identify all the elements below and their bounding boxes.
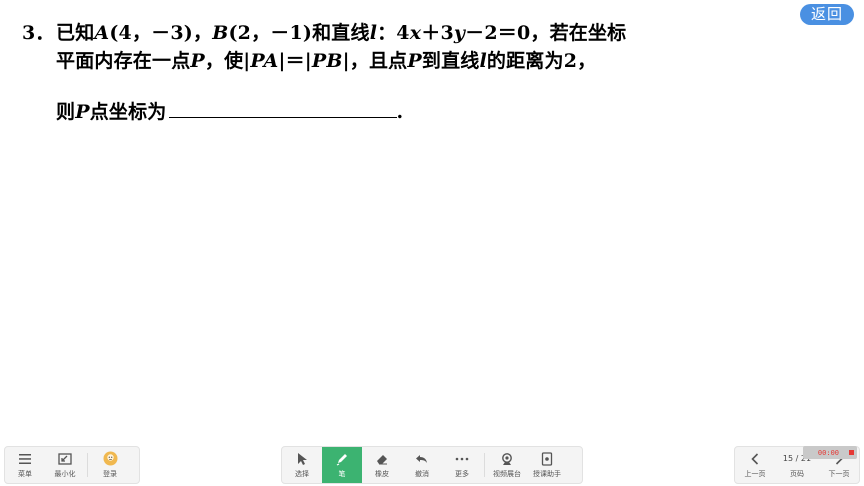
prev-page-label: 上一页 (744, 470, 766, 478)
pen-tool-label: 笔 (338, 470, 346, 478)
login-label: 登录 (103, 470, 117, 478)
pen-icon (335, 451, 349, 466)
camera-icon (500, 451, 514, 466)
minimize-icon (58, 451, 72, 466)
select-tool-button[interactable]: 选择 (282, 447, 322, 483)
more-button[interactable]: 更多 (442, 447, 482, 483)
pen-tool-button[interactable]: 笔 (322, 447, 362, 483)
toolbar-divider (87, 453, 88, 477)
back-button[interactable]: 返回 (800, 4, 854, 25)
more-label: 更多 (455, 470, 469, 478)
cursor-icon (296, 451, 308, 466)
minimize-button[interactable]: 最小化 (45, 447, 85, 483)
toolbar-center: 选择 笔 橡皮 撤消 更多 视频展台 授课助手 (281, 446, 583, 484)
minimize-label: 最小化 (54, 470, 76, 478)
next-page-label: 下一页 (828, 470, 850, 478)
menu-icon (18, 451, 32, 466)
menu-button[interactable]: 菜单 (5, 447, 45, 483)
slide-canvas: 3． 已知A(4，－3)，B(2，－1)和直线l：4x＋3y－2＝0，若在坐标 … (0, 0, 864, 440)
chevron-left-icon (751, 451, 759, 466)
eraser-icon (375, 451, 389, 466)
menu-label: 菜单 (18, 470, 32, 478)
recording-time: 00:00 (817, 448, 839, 457)
answer-blank (168, 99, 397, 118)
avatar-icon (103, 451, 118, 466)
undo-button[interactable]: 撤消 (402, 447, 442, 483)
video-booth-label: 视频展台 (493, 470, 521, 478)
login-button[interactable]: 登录 (90, 447, 130, 483)
assistant-icon (541, 451, 553, 466)
question-line-1: 已知A(4，－3)，B(2，－1)和直线l：4x＋3y－2＝0，若在坐标 (56, 22, 627, 44)
page-number-label: 页码 (790, 470, 804, 478)
video-booth-button[interactable]: 视频展台 (487, 447, 527, 483)
toolbar-left: 菜单 最小化 登录 (4, 446, 140, 484)
toolbar-divider (484, 453, 485, 477)
undo-label: 撤消 (415, 470, 429, 478)
teaching-assistant-button[interactable]: 授课助手 (527, 447, 567, 483)
question-line-2: 平面内存在一点P，使|PA|＝|PB|，且点P到直线l的距离为2， (56, 50, 597, 72)
undo-icon (415, 451, 429, 466)
select-tool-label: 选择 (295, 470, 309, 478)
teaching-assistant-label: 授课助手 (533, 470, 561, 478)
recording-indicator[interactable]: 00:00 (803, 446, 857, 459)
more-icon (455, 451, 469, 466)
question-line-3: 则P点坐标为. (56, 99, 404, 123)
eraser-tool-button[interactable]: 橡皮 (362, 447, 402, 483)
question-number: 3． (22, 22, 55, 44)
record-stop-icon (849, 450, 854, 455)
eraser-tool-label: 橡皮 (375, 470, 389, 478)
prev-page-button[interactable]: 上一页 (735, 447, 775, 483)
